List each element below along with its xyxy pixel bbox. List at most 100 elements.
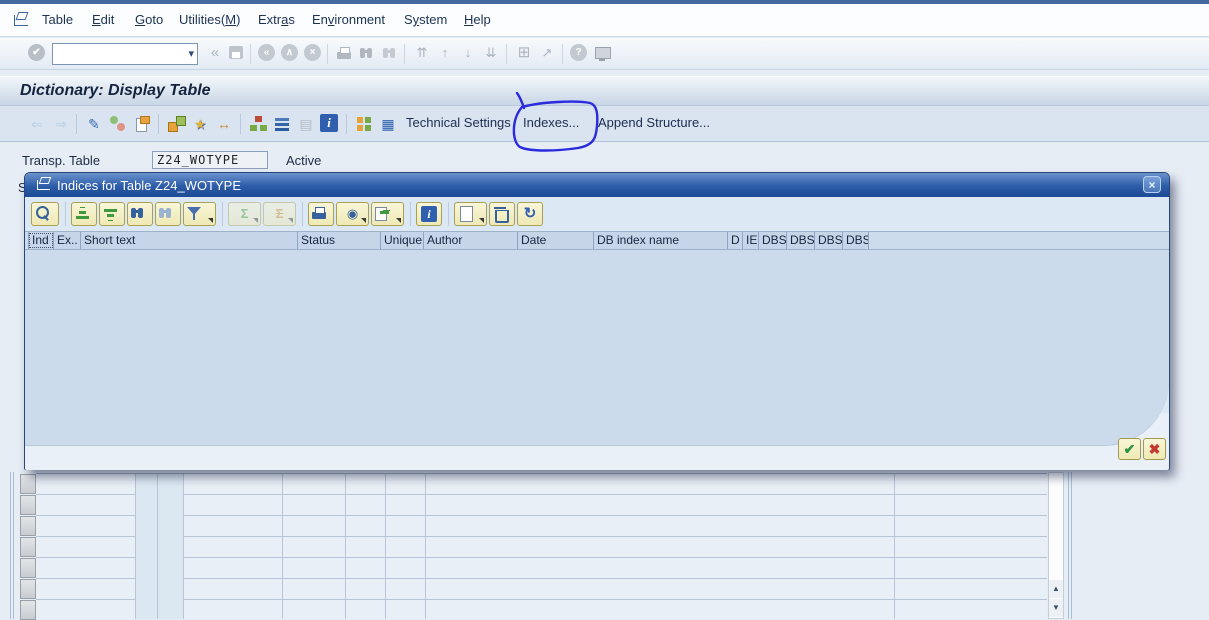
column-header-dbs-1[interactable]: DBS bbox=[759, 232, 787, 249]
column-header-date[interactable]: Date bbox=[518, 232, 594, 249]
column-header-author[interactable]: Author bbox=[424, 232, 518, 249]
copy-icon[interactable] bbox=[132, 114, 152, 134]
menu-help[interactable]: Help bbox=[464, 12, 491, 27]
forward-arrow-icon[interactable]: ⇒ bbox=[51, 114, 71, 134]
create-index-button[interactable] bbox=[454, 202, 487, 226]
row-selector[interactable] bbox=[20, 537, 36, 557]
transp-table-label: Transp. Table bbox=[22, 153, 100, 168]
first-page-icon[interactable]: ⇈ bbox=[412, 43, 432, 63]
scroll-up-icon[interactable]: ▲ bbox=[1049, 580, 1063, 598]
set-filter-button[interactable] bbox=[183, 202, 216, 226]
previous-page-icon[interactable]: ↑ bbox=[435, 43, 455, 63]
system-menu-icon[interactable] bbox=[14, 15, 28, 26]
menu-utilities[interactable]: Utilities(M) bbox=[179, 12, 240, 27]
menu-system[interactable]: System bbox=[404, 12, 447, 27]
information-button[interactable]: i bbox=[416, 202, 442, 226]
back-icon[interactable]: « bbox=[258, 44, 275, 61]
cancel-icon[interactable]: × bbox=[304, 44, 321, 61]
exit-icon[interactable]: ∧ bbox=[281, 44, 298, 61]
container-border bbox=[1068, 472, 1069, 619]
column-header-ex[interactable]: Ex.. bbox=[54, 232, 81, 249]
refresh-button[interactable]: ↻ bbox=[517, 202, 543, 226]
sorted-list-icon[interactable] bbox=[275, 118, 289, 131]
column-header-unique[interactable]: Unique bbox=[381, 232, 424, 249]
scroll-down-icon[interactable]: ▼ bbox=[1049, 599, 1063, 617]
next-page-icon[interactable]: ↓ bbox=[458, 43, 478, 63]
row-selector[interactable] bbox=[20, 579, 36, 599]
sort-ascending-button[interactable] bbox=[71, 202, 97, 226]
find-next-icon[interactable] bbox=[380, 43, 400, 63]
indexes-button[interactable]: Indexes... bbox=[523, 115, 579, 130]
column-header-short-text[interactable]: Short text bbox=[81, 232, 298, 249]
column-header-d[interactable]: D bbox=[728, 232, 743, 249]
find-next-button[interactable] bbox=[155, 202, 181, 226]
display-change-icon[interactable]: ✎ bbox=[84, 114, 104, 134]
toolbar-separator bbox=[346, 114, 347, 134]
menu-table[interactable]: Table bbox=[42, 12, 73, 27]
refresh-icon[interactable] bbox=[108, 114, 128, 134]
column-header-ind[interactable]: Ind bbox=[28, 232, 54, 249]
views-icon: ◉ bbox=[337, 203, 368, 225]
menu-goto[interactable]: Goto bbox=[135, 12, 163, 27]
sort-descending-icon bbox=[100, 203, 124, 225]
cancel-button[interactable]: ✖ bbox=[1143, 438, 1166, 460]
help-icon[interactable]: ? bbox=[570, 44, 587, 61]
create-shortcut-icon[interactable]: ↗ bbox=[537, 43, 557, 63]
last-page-icon[interactable]: ⇊ bbox=[481, 43, 501, 63]
row-selector[interactable] bbox=[20, 474, 36, 494]
forward-navigation-icon[interactable]: ↔ bbox=[214, 114, 234, 134]
total-button[interactable]: Σ bbox=[228, 202, 261, 226]
indices-dialog: Indices for Table Z24_WOTYPE × Σ Σ ◉ i ↻ bbox=[24, 172, 1170, 470]
where-used-icon[interactable] bbox=[166, 114, 186, 134]
choose-details-button[interactable] bbox=[31, 202, 59, 226]
check-table-icon[interactable] bbox=[354, 114, 374, 134]
views-button[interactable]: ◉ bbox=[336, 202, 369, 226]
subtotal-button[interactable]: Σ bbox=[263, 202, 296, 226]
container-border bbox=[13, 472, 14, 619]
find-button[interactable] bbox=[127, 202, 153, 226]
row-selector[interactable] bbox=[20, 600, 36, 620]
print-icon[interactable] bbox=[334, 43, 354, 63]
technical-settings-button[interactable]: Technical Settings bbox=[406, 115, 511, 130]
wand-icon[interactable]: ★ bbox=[190, 114, 210, 134]
dialog-close-icon[interactable]: × bbox=[1143, 176, 1161, 193]
toolbar-separator bbox=[327, 44, 328, 64]
confirm-button[interactable]: ✔ bbox=[1118, 438, 1141, 460]
row-selector[interactable] bbox=[20, 516, 36, 536]
sum-icon: Σ bbox=[229, 203, 260, 225]
row-selector[interactable] bbox=[20, 558, 36, 578]
dialog-title-bar[interactable]: Indices for Table Z24_WOTYPE × bbox=[25, 173, 1169, 197]
table-entries-icon[interactable]: ▤ bbox=[296, 114, 316, 134]
subtotal-icon: Σ bbox=[264, 203, 295, 225]
column-header-ie[interactable]: IE bbox=[743, 232, 759, 249]
print-button[interactable] bbox=[308, 202, 334, 226]
back-arrow-icon[interactable]: ⇐ bbox=[27, 114, 47, 134]
row-selector[interactable] bbox=[20, 495, 36, 515]
hierarchy-icon[interactable] bbox=[248, 114, 268, 134]
menu-edit[interactable]: Edit bbox=[92, 12, 114, 27]
customize-layout-icon[interactable] bbox=[592, 43, 612, 63]
menu-extras[interactable]: Extras bbox=[258, 12, 295, 27]
table-name-field[interactable]: Z24_WOTYPE bbox=[152, 151, 268, 169]
trash-icon bbox=[490, 203, 514, 225]
delete-index-button[interactable] bbox=[489, 202, 515, 226]
command-dropdown-icon[interactable]: ▾ bbox=[188, 47, 194, 60]
column-header-dbs-2[interactable]: DBS bbox=[787, 232, 815, 249]
info-icon[interactable]: i bbox=[320, 114, 338, 132]
export-button[interactable] bbox=[371, 202, 404, 226]
new-session-icon[interactable]: ⊞ bbox=[514, 43, 534, 63]
sort-descending-button[interactable] bbox=[99, 202, 125, 226]
column-header-dbs-4[interactable]: DBS bbox=[843, 232, 869, 249]
column-header-status[interactable]: Status bbox=[298, 232, 381, 249]
column-header-db-index-name[interactable]: DB index name bbox=[594, 232, 728, 249]
append-structure-button[interactable]: Append Structure... bbox=[598, 115, 710, 130]
vertical-scrollbar[interactable]: ▲ ▼ bbox=[1048, 472, 1064, 619]
enter-icon[interactable]: ✔ bbox=[28, 44, 45, 61]
find-icon[interactable] bbox=[357, 43, 377, 63]
print-icon bbox=[309, 203, 333, 225]
table-contents-icon[interactable]: ▦ bbox=[378, 114, 398, 134]
collapse-toolbar-icon[interactable]: « bbox=[205, 43, 225, 63]
column-header-dbs-3[interactable]: DBS bbox=[815, 232, 843, 249]
menu-environment[interactable]: Environment bbox=[312, 12, 385, 27]
command-field[interactable]: ▾ bbox=[52, 43, 198, 65]
